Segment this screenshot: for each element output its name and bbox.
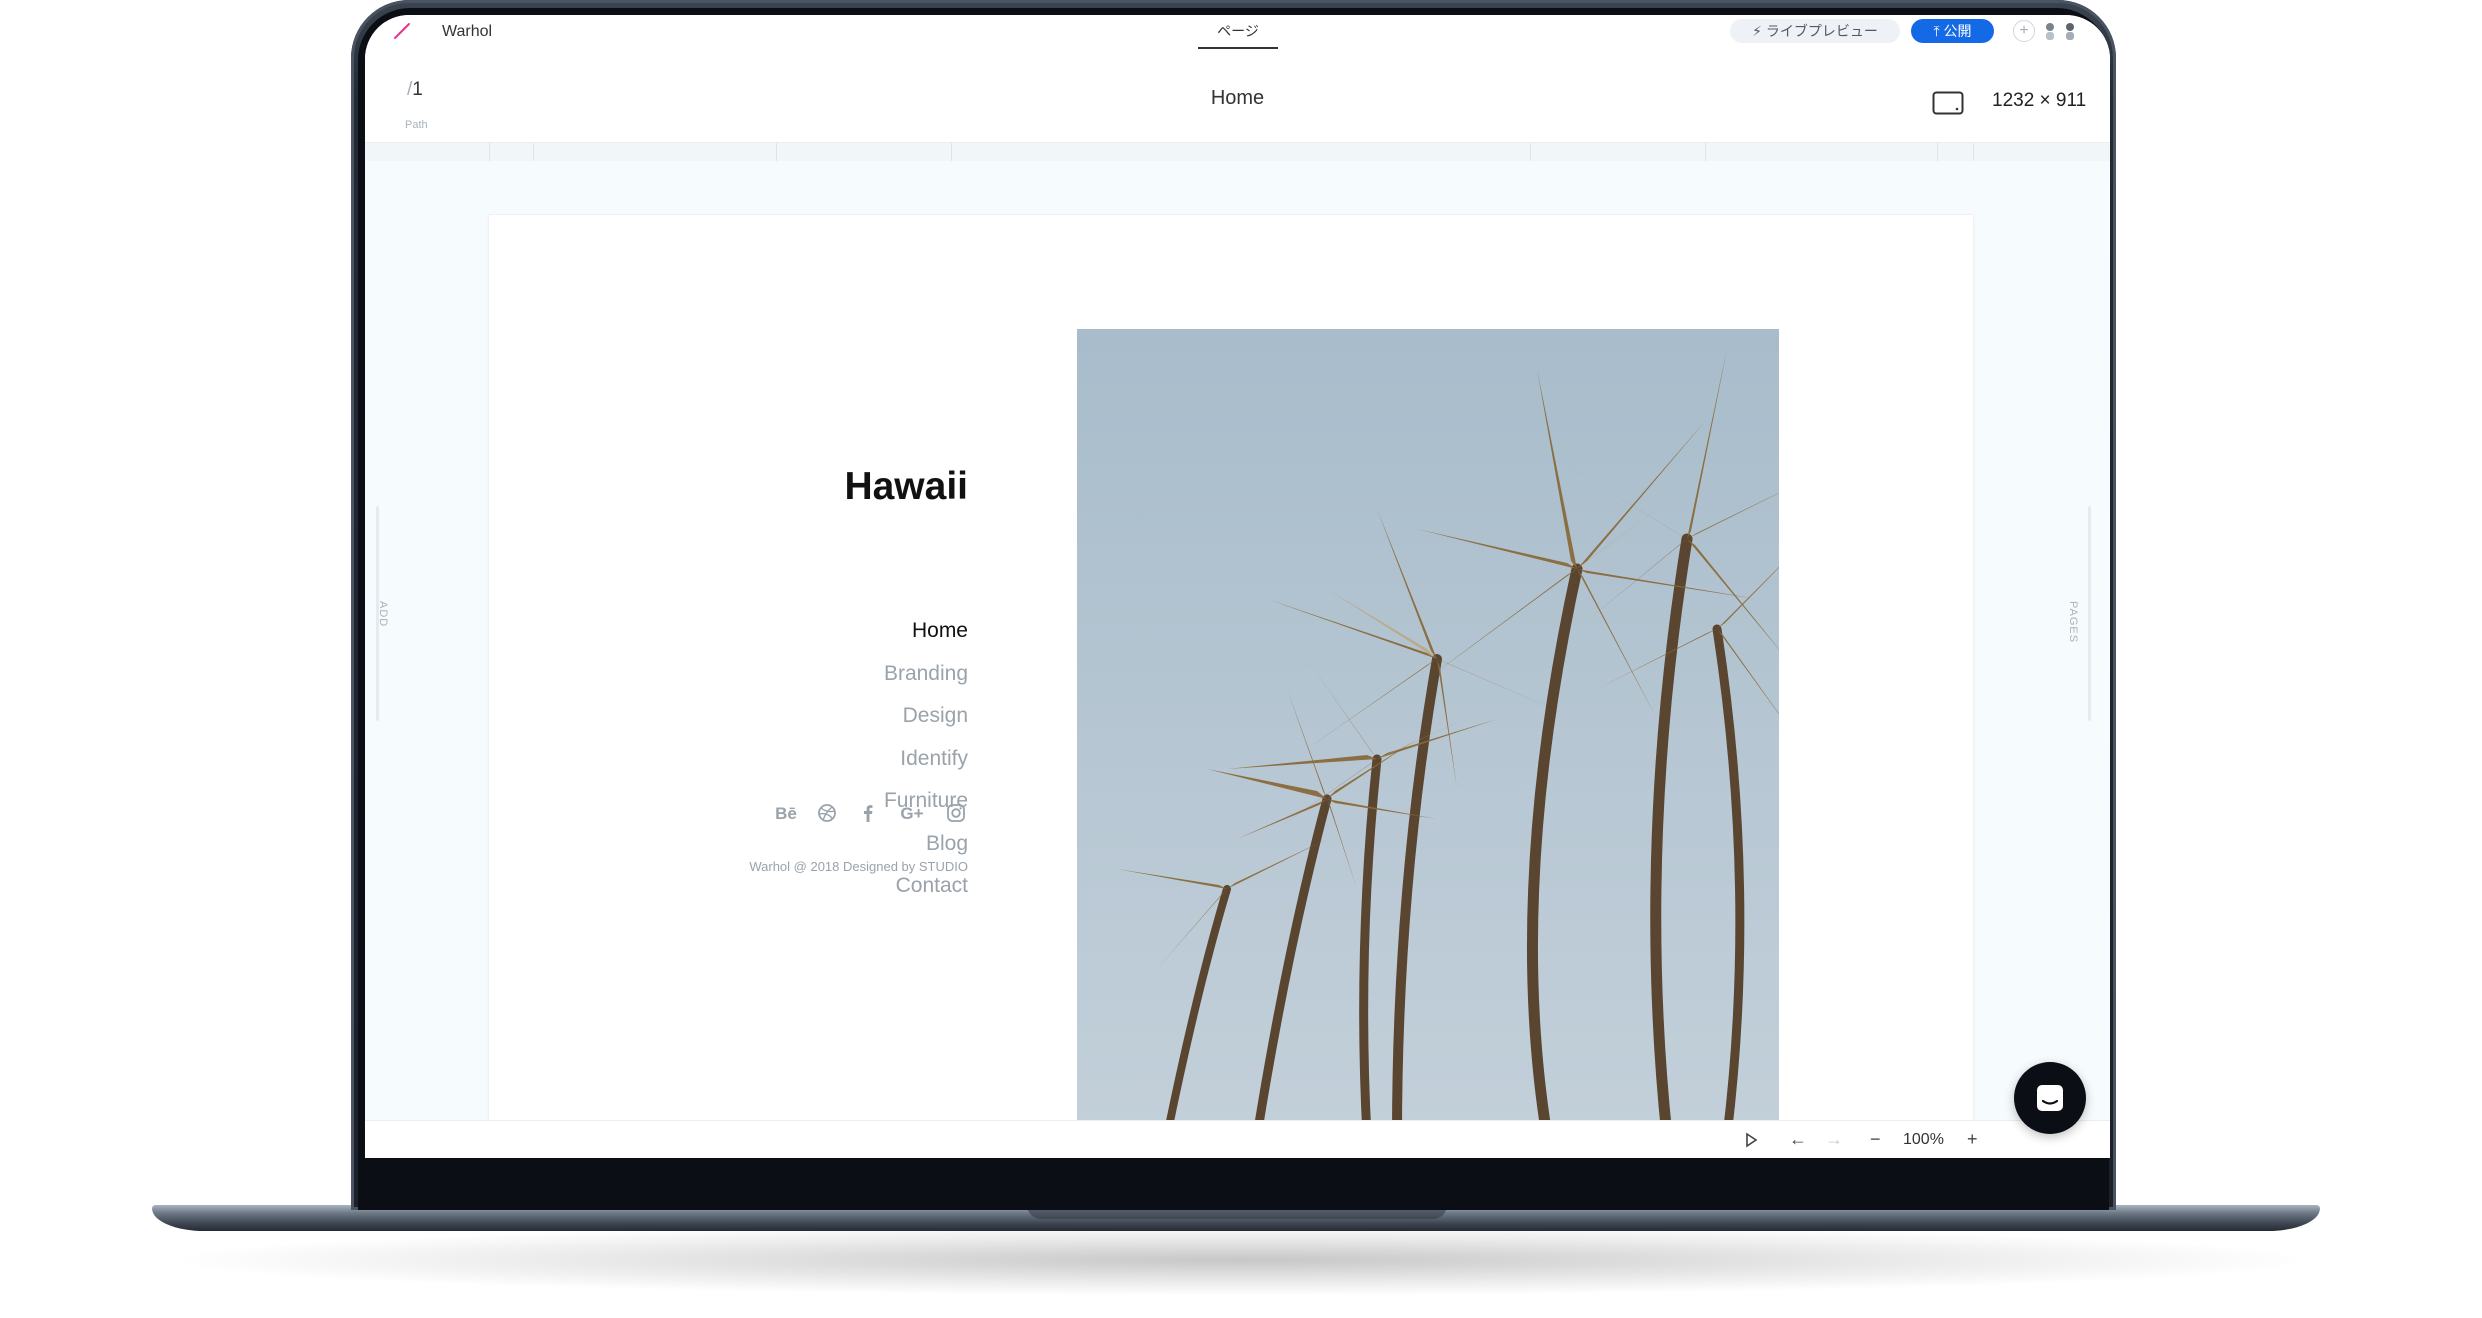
tablet-device-icon[interactable] bbox=[1932, 91, 1964, 115]
studio-logo-icon[interactable] bbox=[392, 21, 412, 41]
publish-button[interactable]: ⤒ 公開 bbox=[1911, 19, 1994, 43]
page-title[interactable]: Home bbox=[1165, 87, 1310, 110]
editor-canvas[interactable]: ADD PAGES Hawaii Home Branding Design Id… bbox=[365, 161, 2110, 1136]
zoom-in-icon[interactable]: + bbox=[1967, 1129, 1978, 1150]
page-frame[interactable]: Hawaii Home Branding Design Identify Fur… bbox=[489, 215, 1973, 1136]
site-title[interactable]: Hawaii bbox=[844, 465, 968, 509]
avatar[interactable] bbox=[2061, 21, 2079, 41]
instagram-icon[interactable] bbox=[944, 801, 968, 825]
ruler-tick bbox=[1973, 143, 1974, 161]
publish-label: 公開 bbox=[1943, 23, 1972, 39]
project-name[interactable]: Warhol bbox=[442, 23, 492, 41]
chat-icon bbox=[2037, 1085, 2063, 1111]
pages-panel-label[interactable]: PAGES bbox=[2067, 601, 2079, 643]
ruler-tick bbox=[776, 143, 777, 161]
ruler-tick bbox=[533, 143, 534, 161]
nav-item-home[interactable]: Home bbox=[884, 610, 968, 653]
zoom-level[interactable]: 100% bbox=[1903, 1131, 1944, 1149]
bottom-bar: ← → − 100% + bbox=[365, 1120, 2110, 1158]
dribbble-icon[interactable] bbox=[815, 801, 839, 825]
lightning-icon: ⚡ bbox=[1752, 23, 1762, 39]
behance-icon[interactable]: Bē bbox=[774, 801, 798, 825]
ruler bbox=[365, 143, 2110, 161]
social-links: Bē G+ bbox=[774, 798, 968, 828]
laptop-screen: Warhol ページ ⚡ ライブプレビュー ⤒ 公開 + /1 Path Hom… bbox=[365, 15, 2110, 1158]
support-chat-button[interactable] bbox=[2014, 1062, 2086, 1134]
facebook-icon[interactable] bbox=[856, 801, 880, 825]
add-collaborator-icon[interactable]: + bbox=[2013, 20, 2035, 42]
live-preview-label: ライブプレビュー bbox=[1765, 23, 1878, 39]
nav-item-design[interactable]: Design bbox=[884, 695, 968, 738]
play-icon[interactable] bbox=[1744, 1132, 1758, 1148]
hero-image-palm-trees[interactable] bbox=[1077, 329, 1779, 1136]
undo-arrow-icon[interactable]: ← bbox=[1789, 1129, 1807, 1150]
ruler-tick bbox=[1705, 143, 1706, 161]
upload-icon: ⤒ bbox=[1933, 23, 1940, 39]
laptop-shadow bbox=[180, 1225, 2300, 1295]
path-number: 1 bbox=[412, 79, 423, 100]
add-panel-label[interactable]: ADD bbox=[377, 601, 389, 627]
tab-pages[interactable]: ページ bbox=[1198, 15, 1278, 49]
pages-panel-handle[interactable] bbox=[2088, 506, 2091, 721]
nav-item-identify[interactable]: Identify bbox=[884, 738, 968, 781]
google-plus-icon[interactable]: G+ bbox=[897, 801, 927, 825]
zoom-out-icon[interactable]: − bbox=[1870, 1129, 1881, 1150]
nav-item-branding[interactable]: Branding bbox=[884, 653, 968, 696]
live-preview-button[interactable]: ⚡ ライブプレビュー bbox=[1730, 19, 1900, 43]
path-indicator[interactable]: /1 bbox=[407, 79, 423, 101]
redo-arrow-icon[interactable]: → bbox=[1825, 1129, 1843, 1150]
ruler-tick bbox=[1530, 143, 1531, 161]
avatar[interactable] bbox=[2041, 21, 2059, 41]
ruler-tick bbox=[951, 143, 952, 161]
ruler-tick bbox=[1937, 143, 1938, 161]
site-footer[interactable]: Warhol @ 2018 Designed by STUDIO bbox=[749, 859, 968, 874]
page-toolbar: /1 Path Home 1232 × 911 bbox=[365, 49, 2110, 143]
canvas-dimensions[interactable]: 1232 × 911 bbox=[1992, 90, 2086, 112]
ruler-tick bbox=[489, 143, 490, 161]
path-label: Path bbox=[405, 119, 428, 131]
title-bar: Warhol ページ ⚡ ライブプレビュー ⤒ 公開 + bbox=[365, 15, 2110, 50]
